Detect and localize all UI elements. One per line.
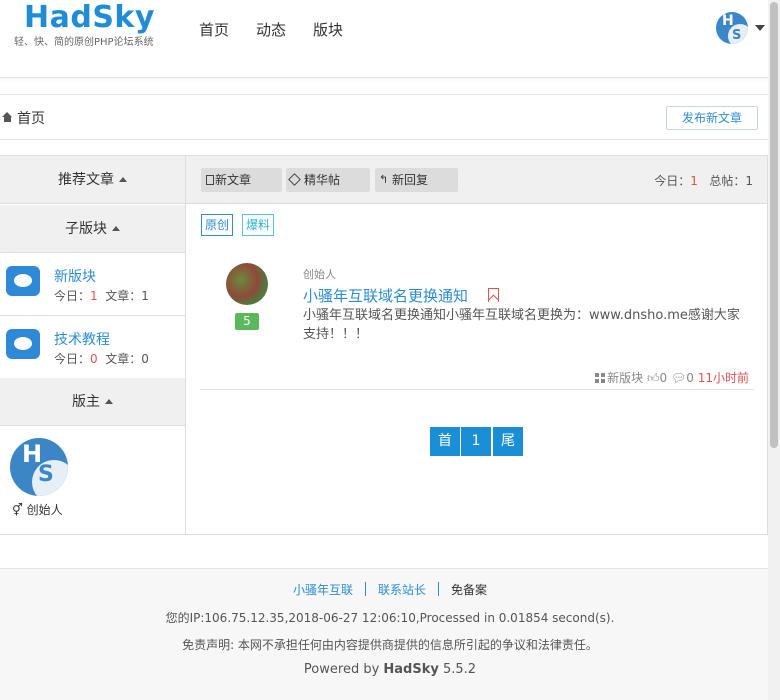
- caret-up-icon: [105, 399, 113, 404]
- page-1[interactable]: 1: [461, 427, 491, 456]
- post-excerpt: 小骚年互联域名更换通知小骚年互联域名更换为：www.dnsho.me感谢大家支持…: [303, 308, 740, 342]
- post-author[interactable]: 创始人: [303, 266, 336, 282]
- nav-boards[interactable]: 版块: [313, 19, 343, 40]
- moderator-label: 版主: [72, 394, 100, 410]
- list-toolbar: 新文章 精华帖 ↰ 新回复 今日：1 总帖：1: [186, 156, 767, 204]
- avatar-letter-s: S: [728, 24, 748, 44]
- sidebar: 推荐文章 子版块 新版块 今日：1 文章：1 技术教程 今日：0 文章：0 版主…: [0, 156, 186, 534]
- footer-link-no-record[interactable]: 免备案: [439, 583, 499, 597]
- board-panel: 推荐文章 子版块 新版块 今日：1 文章：1 技术教程 今日：0 文章：0 版主…: [0, 155, 768, 535]
- page-first[interactable]: 首: [430, 427, 460, 456]
- caret-up-icon: [119, 177, 127, 182]
- publish-article-button[interactable]: 发布新文章: [666, 106, 758, 130]
- powered-name[interactable]: HadSky: [383, 662, 438, 677]
- tab-new-replies[interactable]: ↰ 新回复: [375, 168, 458, 192]
- breadcrumb-bar: 首页 发布新文章: [0, 94, 768, 140]
- page-last[interactable]: 尾: [493, 427, 523, 456]
- footer-links: 小骚年互联 联系站长 免备案: [0, 581, 780, 598]
- caret-up-icon: [112, 226, 120, 231]
- chat-bubble-icon: [6, 266, 40, 296]
- board-stats: 今日：0 文章：0: [54, 352, 149, 366]
- footer-disclaimer: 免责声明: 本网不承担任何由内容提供商提供的信息所引起的争议和法律责任。: [182, 638, 598, 652]
- nav-home[interactable]: 首页: [199, 19, 229, 40]
- scrollbar-thumb[interactable]: [770, 2, 778, 448]
- post-divider: [200, 389, 754, 390]
- recommended-articles-toggle[interactable]: 推荐文章: [0, 156, 185, 204]
- post-author-avatar[interactable]: [226, 263, 268, 305]
- scrollbar[interactable]: [768, 0, 780, 700]
- footer-powered: Powered by HadSky 5.5.2: [303, 662, 477, 677]
- thumbs-up-icon: 👍︎: [647, 371, 660, 385]
- sidebar-board-item[interactable]: 新版块 今日：1 文章：1: [0, 254, 185, 316]
- site-tagline: 轻、快、简的原创PHP论坛系统: [14, 37, 154, 48]
- diamond-icon: [288, 173, 301, 186]
- moderator-toggle[interactable]: 版主: [0, 378, 185, 426]
- document-icon: [206, 175, 214, 185]
- top-header: HadSky 轻、快、简的原创PHP论坛系统 首页 动态 版块 H S: [0, 0, 780, 78]
- bookmark-icon[interactable]: [488, 288, 499, 302]
- post-list: 新文章 精华帖 ↰ 新回复 今日：1 总帖：1 原创 爆料 5 创始人 小骚年互联…: [186, 156, 767, 534]
- user-menu-caret-icon[interactable]: [755, 25, 765, 31]
- breadcrumb-label: 首页: [17, 111, 45, 127]
- board-name[interactable]: 新版块: [54, 266, 96, 286]
- post-meta: 新版块 👍︎0 💬︎0 11小时前: [595, 369, 749, 386]
- footer-link-site[interactable]: 小骚年互联: [281, 583, 365, 597]
- breadcrumb[interactable]: 首页: [2, 108, 45, 128]
- post-title[interactable]: 小骚年互联域名更换通知: [303, 285, 468, 306]
- user-avatar[interactable]: H S: [716, 12, 748, 44]
- footer-ip-line: 您的IP:106.75.12.35,2018-06-27 12:06:10,Pr…: [165, 611, 615, 625]
- moderator-name[interactable]: ⚥ 创始人: [12, 501, 63, 518]
- footer: 小骚年互联 联系站长 免备案 您的IP:106.75.12.35,2018-06-2…: [0, 568, 780, 700]
- board-stats: 今日：1 文章：1: [54, 289, 149, 303]
- tab-new-articles[interactable]: 新文章: [201, 168, 282, 192]
- site-logo[interactable]: HadSky: [24, 0, 155, 35]
- board-name[interactable]: 技术教程: [54, 329, 110, 349]
- reply-icon: ↰: [379, 173, 389, 186]
- gender-icon: ⚥: [12, 503, 23, 517]
- sub-boards-label: 子版块: [65, 221, 107, 237]
- tag-scoop[interactable]: 爆料: [242, 214, 275, 236]
- nav-activity[interactable]: 动态: [256, 19, 286, 40]
- sidebar-board-item[interactable]: 技术教程 今日：0 文章：0: [0, 317, 185, 379]
- home-icon: [2, 112, 13, 123]
- moderator-avatar[interactable]: H S: [10, 438, 68, 496]
- sub-boards-toggle[interactable]: 子版块: [0, 205, 185, 253]
- footer-link-contact[interactable]: 联系站长: [366, 583, 438, 597]
- tag-original[interactable]: 原创: [201, 214, 234, 236]
- level-badge: 5: [235, 313, 259, 330]
- tab-featured[interactable]: 精华帖: [286, 168, 370, 192]
- chat-bubble-icon: [6, 329, 40, 359]
- recommended-label: 推荐文章: [58, 172, 114, 188]
- post-counts: 今日：1 总帖：1: [654, 174, 753, 188]
- comment-icon: 💬︎: [671, 371, 687, 385]
- board-grid-icon: [595, 373, 606, 383]
